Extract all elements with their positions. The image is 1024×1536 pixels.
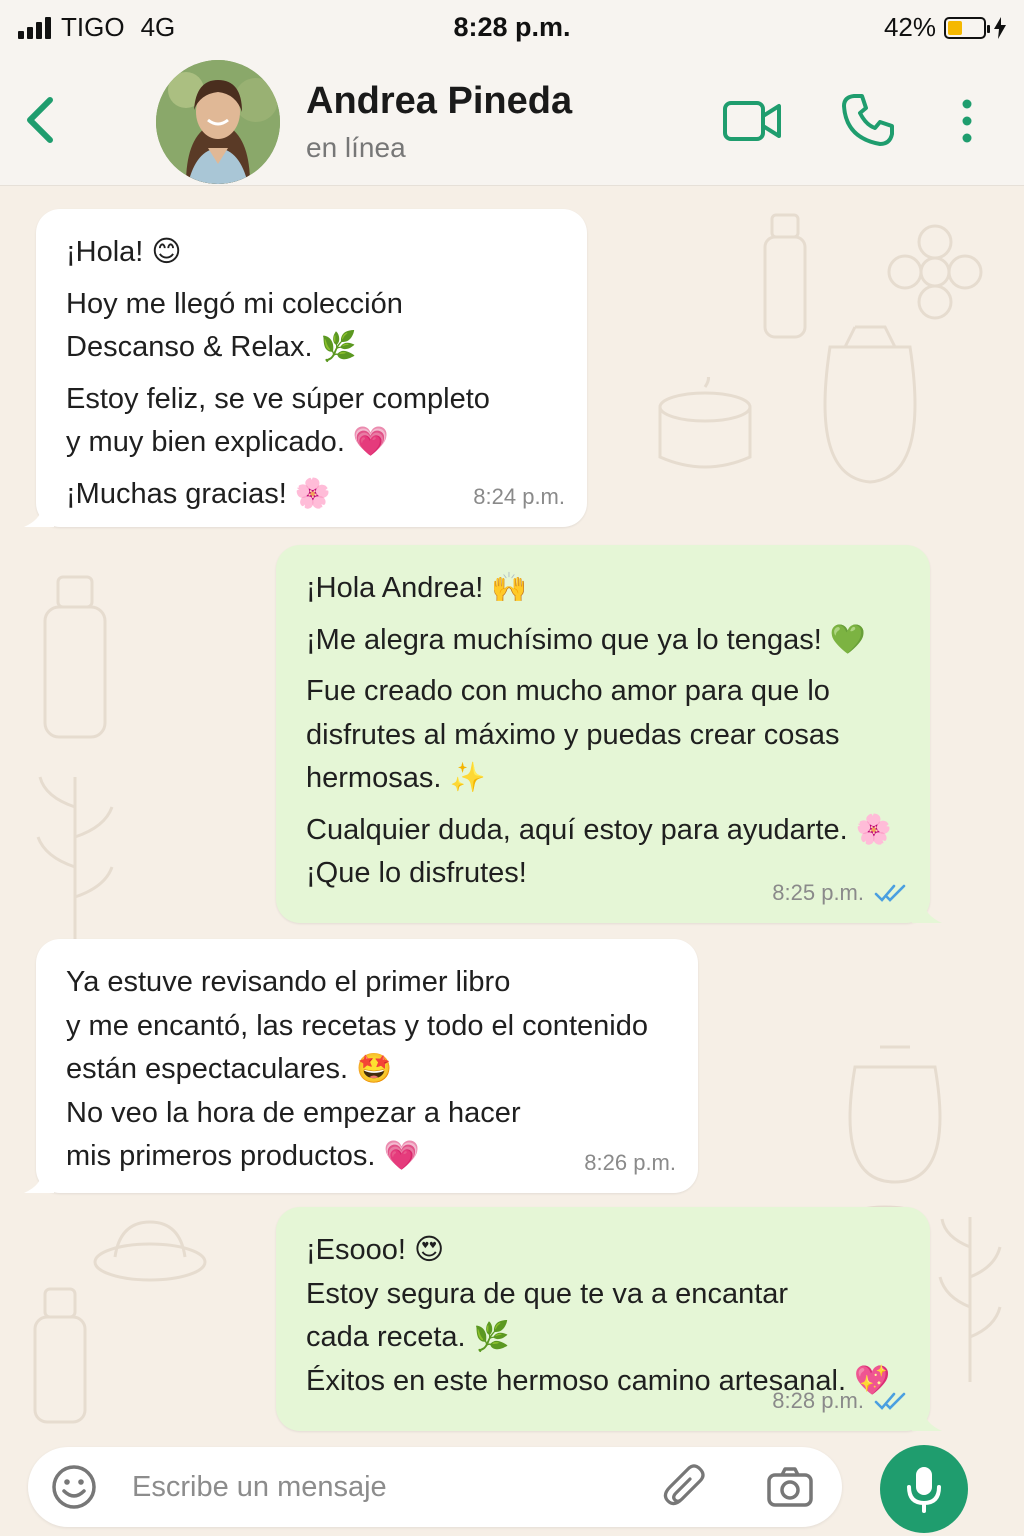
- avatar[interactable]: [156, 60, 280, 184]
- background-doodle-icon: [93, 1220, 207, 1282]
- message-text: y me encantó, las recetas y todo el cont…: [66, 1009, 648, 1042]
- avatar-portrait-icon: [156, 60, 280, 184]
- message-meta: 8:26 p.m.: [584, 1146, 676, 1179]
- microphone-button[interactable]: [880, 1445, 968, 1533]
- chat-header: Andrea Pineda en línea: [0, 56, 1024, 186]
- message-composer: [28, 1447, 842, 1527]
- clock: 8:28 p.m.: [453, 12, 571, 42]
- chat-area[interactable]: ¡Hola! 😊 Hoy me llegó mi colección Desca…: [0, 187, 1024, 1445]
- charging-bolt-icon: [994, 16, 1006, 39]
- outgoing-message[interactable]: ¡Hola Andrea! 🙌 ¡Me alegra muchísimo que…: [276, 545, 942, 923]
- background-doodle-icon: [43, 575, 107, 739]
- message-text: cada receta. 🌿: [306, 1321, 510, 1353]
- message-input[interactable]: [132, 1459, 632, 1515]
- message-time: 8:24 p.m.: [473, 484, 565, 509]
- message-text: Cualquier duda, aquí estoy para ayudarte…: [306, 813, 892, 846]
- message-text: Ya estuve revisando el primer libro: [66, 966, 511, 998]
- video-call-icon[interactable]: [722, 98, 782, 144]
- contact-status: en línea: [306, 132, 406, 163]
- message-text: Hoy me llegó mi colección: [66, 287, 403, 320]
- background-doodle-icon: [658, 377, 752, 469]
- microphone-icon: [907, 1467, 941, 1513]
- battery-percent: 42%: [883, 12, 936, 42]
- read-receipt-icon: [874, 1392, 906, 1410]
- message-meta: 8:25 p.m.: [772, 876, 908, 909]
- status-bar: TIGO 4G 8:28 p.m. 42%: [0, 0, 1024, 56]
- message-time: 8:28 p.m.: [772, 1388, 864, 1413]
- more-options-icon[interactable]: [952, 96, 982, 146]
- message-text: mis primeros productos. 💗: [66, 1140, 420, 1172]
- message-text: hermosas. ✨: [306, 762, 486, 794]
- background-doodle-icon: [823, 325, 917, 484]
- message-text: disfrutes al máximo y puedas crear cosas: [306, 718, 840, 751]
- background-doodle-icon: [33, 1287, 87, 1424]
- message-time: 8:25 p.m.: [772, 880, 864, 905]
- battery-info: 42%: [884, 12, 1006, 43]
- attach-icon[interactable]: [660, 1461, 712, 1513]
- message-text: están espectaculares. 🤩: [66, 1053, 393, 1085]
- background-doodle-icon: [36, 776, 114, 942]
- message-text: Estoy segura de que te va a encantar: [306, 1277, 789, 1310]
- outgoing-message[interactable]: ¡Esooo! 😍 Estoy segura de que te va a en…: [276, 1207, 942, 1431]
- background-doodle-icon: [848, 1045, 942, 1184]
- read-receipt-icon: [874, 884, 906, 902]
- message-text: Estoy feliz, se ve súper completo: [66, 382, 490, 415]
- message-meta: 8:24 p.m.: [473, 480, 565, 513]
- message-text: y muy bien explicado. 💗: [66, 426, 390, 458]
- message-time: 8:26 p.m.: [584, 1150, 676, 1175]
- battery-fill: [948, 20, 963, 35]
- message-text: ¡Hola Andrea! 🙌: [306, 572, 528, 604]
- incoming-message[interactable]: Ya estuve revisando el primer libro y me…: [24, 939, 698, 1193]
- message-text: No veo la hora de empezar a hacer: [66, 1096, 521, 1129]
- message-text: ¡Esooo! 😍: [306, 1234, 445, 1266]
- bubble-tail-icon: [912, 1409, 942, 1431]
- message-text: Descanso & Relax. 🌿: [66, 331, 357, 363]
- bubble-tail-icon: [912, 901, 942, 923]
- background-doodle-icon: [938, 1217, 1002, 1382]
- message-meta: 8:28 p.m.: [772, 1384, 908, 1417]
- bubble-tail-icon: [24, 1171, 54, 1193]
- composer-bar: [0, 1445, 1024, 1536]
- message-text: Fue creado con mucho amor para que lo: [306, 675, 830, 707]
- message-text: ¡Hola! 😊: [66, 236, 182, 268]
- camera-icon[interactable]: [766, 1463, 814, 1511]
- bubble-tail-icon: [24, 505, 54, 527]
- incoming-message[interactable]: ¡Hola! 😊 Hoy me llegó mi colección Desca…: [24, 209, 587, 527]
- contact-name[interactable]: Andrea Pineda: [306, 80, 572, 123]
- battery-icon: [944, 16, 990, 39]
- emoji-icon[interactable]: [50, 1463, 98, 1511]
- phone-icon[interactable]: [840, 92, 896, 148]
- back-arrow-icon[interactable]: [20, 92, 60, 148]
- message-text: ¡Me alegra muchísimo que ya lo tengas! 💚: [306, 623, 866, 656]
